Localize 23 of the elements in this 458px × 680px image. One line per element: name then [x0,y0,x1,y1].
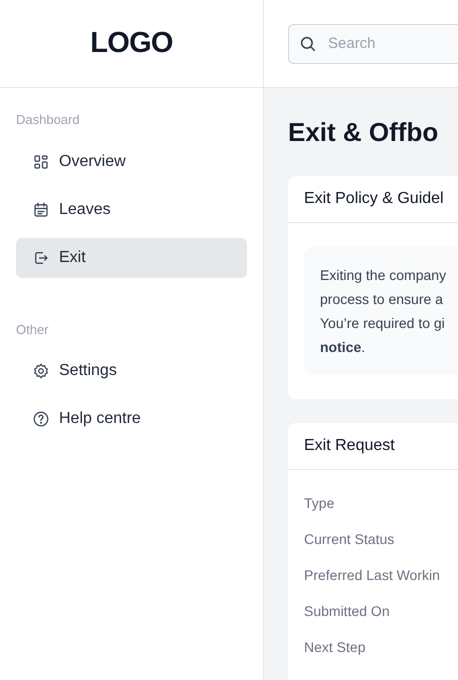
nav-item[interactable]: Leaves [16,190,247,230]
card-title: Exit Request [304,436,395,456]
nav-item[interactable]: Settings [16,351,247,391]
search-field[interactable]: Search [288,24,458,64]
search-icon [299,34,317,52]
nav-item[interactable]: Overview [16,142,247,182]
field-label: Preferred Last Workin [304,566,441,585]
logo: LOGO [90,26,173,61]
settings-icon [32,362,50,380]
nav-item[interactable]: Exit [16,238,247,278]
field-label: Type [304,494,336,513]
page-title: Exit & Offbo [288,116,440,148]
policy-text: Exiting the company process to ensure a You’re required to gi notice. [320,266,448,357]
grid-icon [32,152,50,170]
nav-item[interactable]: Help centre [16,399,247,439]
field-label: Current Status [304,530,396,549]
help-icon [32,410,50,428]
calendar-icon [32,200,50,218]
section-heading: Other [16,320,50,338]
section-heading: Dashboard [16,111,81,129]
card-title: Exit Policy & Guidel [304,189,444,209]
field-label: Submitted On [304,602,391,621]
field-label: Next Step [304,638,366,657]
